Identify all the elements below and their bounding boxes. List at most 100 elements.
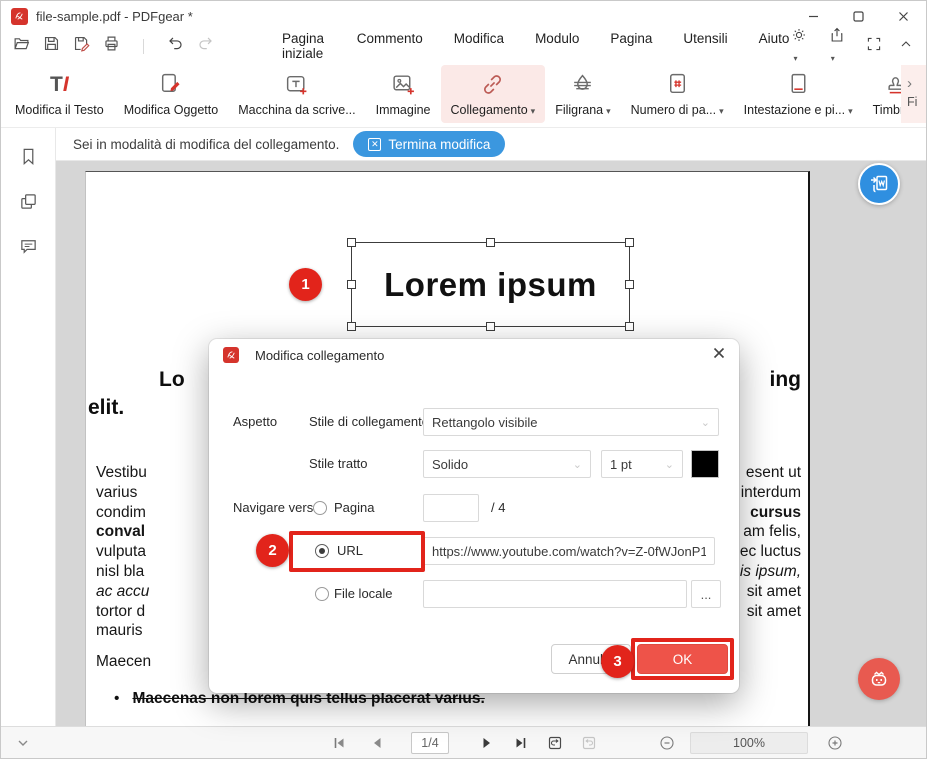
aspect-section-label: Aspetto: [233, 408, 277, 436]
local-file-radio-label[interactable]: File locale: [334, 580, 393, 608]
robot-icon: [866, 666, 892, 692]
bookmarks-icon[interactable]: [19, 147, 38, 171]
left-sidebar: [1, 128, 56, 726]
collapse-ribbon-icon[interactable]: [898, 36, 914, 57]
watermark-icon: [570, 72, 595, 97]
save-icon[interactable]: [43, 35, 60, 57]
next-page-button[interactable]: [479, 727, 495, 759]
undo-icon[interactable]: [167, 35, 184, 57]
comments-icon[interactable]: [19, 237, 38, 261]
doc-text-column-right: esent ut interdum cursus am felis, ec lu…: [740, 463, 801, 621]
chevron-down-icon: ⌄: [665, 458, 674, 471]
step-2-highlight-rect: [289, 531, 425, 572]
edit-link-dialog: Modifica collegamento Aspetto Stile di c…: [209, 339, 739, 693]
mode-info-bar: Sei in modalità di modifica del collegam…: [56, 128, 926, 161]
pdfgear-window: file-sample.pdf - PDFgear *: [0, 0, 927, 759]
pdfgear-logo-icon: [11, 8, 28, 25]
selection-handle[interactable]: [347, 322, 356, 331]
typewriter-icon: [284, 72, 309, 97]
link-style-select[interactable]: Rettangolo visibile ⌄: [423, 408, 719, 436]
redo-icon[interactable]: [197, 35, 214, 57]
chevron-down-icon: ⌄: [701, 416, 710, 429]
close-box-icon: ✕: [368, 138, 381, 151]
ribbon-more-button[interactable]: › Fi: [901, 65, 926, 123]
chevron-down-icon: ⌄: [573, 458, 582, 471]
doc-text-fragment: Maecen: [96, 653, 151, 671]
dialog-close-icon[interactable]: [713, 346, 725, 364]
theme-sun-icon[interactable]: ▾: [791, 27, 812, 66]
dialog-header: Modifica collegamento: [209, 339, 739, 371]
previous-view-button[interactable]: [547, 727, 563, 759]
selection-handle[interactable]: [486, 322, 495, 331]
caret-down-icon: ▾: [719, 106, 724, 116]
menu-bar: Pagina iniziale Commento Modifica Modulo…: [1, 31, 926, 61]
caret-down-icon: ▾: [606, 106, 611, 116]
stroke-width-select[interactable]: 1 pt ⌄: [601, 450, 683, 478]
window-title: file-sample.pdf - PDFgear *: [36, 9, 193, 24]
toolbar-separator: [143, 39, 144, 54]
link-style-label: Stile di collegamento: [309, 408, 429, 436]
selection-handle[interactable]: [625, 322, 634, 331]
ribbon-toolbar: TI Modifica il Testo Modifica Oggetto Ma…: [1, 61, 926, 128]
word-convert-icon: [867, 172, 891, 196]
selection-handle[interactable]: [347, 280, 356, 289]
pdfgear-logo-icon: [223, 347, 239, 363]
page-total-label: / 4: [491, 494, 505, 522]
caret-down-icon: ▾: [848, 106, 853, 116]
selection-handle[interactable]: [486, 238, 495, 247]
previous-page-button[interactable]: [369, 727, 385, 759]
zoom-out-button[interactable]: [659, 727, 675, 759]
header-footer-icon: [786, 72, 811, 97]
tool-edit-object[interactable]: Modifica Oggetto: [114, 65, 229, 123]
local-file-input[interactable]: [423, 580, 687, 608]
zoom-level-input[interactable]: [690, 732, 808, 754]
step-3-badge: 3: [601, 645, 634, 678]
tool-header-footer[interactable]: Intestazione e pi...▾: [734, 65, 863, 123]
navigate-to-label: Navigare verso: [233, 494, 320, 522]
local-file-radio[interactable]: [315, 587, 329, 601]
selection-handle[interactable]: [625, 238, 634, 247]
page-number-icon: [665, 72, 690, 97]
url-input[interactable]: [423, 537, 715, 565]
finish-editing-button[interactable]: ✕ Termina modifica: [353, 131, 505, 157]
page-indicator-input[interactable]: [411, 732, 449, 754]
page-radio-label[interactable]: Pagina: [334, 494, 374, 522]
first-page-button[interactable]: [331, 727, 347, 759]
dialog-title: Modifica collegamento: [255, 348, 384, 363]
lorem-ipsum-heading: Lorem ipsum: [384, 266, 597, 304]
selection-handle[interactable]: [625, 280, 634, 289]
doc-text-fragment: ing: [770, 368, 802, 392]
tool-image[interactable]: Immagine: [366, 65, 441, 123]
browse-file-button[interactable]: ...: [691, 580, 721, 608]
tool-page-number[interactable]: Numero di pa...▾: [621, 65, 734, 123]
step-2-badge: 2: [256, 534, 289, 567]
fullscreen-icon[interactable]: [866, 36, 882, 57]
ribbon-clipped-item: Fi: [907, 95, 917, 109]
link-selection-box[interactable]: Lorem ipsum: [351, 242, 630, 327]
last-page-button[interactable]: [513, 727, 529, 759]
stroke-color-swatch[interactable]: [691, 450, 719, 478]
tool-edit-text[interactable]: TI Modifica il Testo: [5, 65, 114, 123]
step-1-badge: 1: [289, 268, 322, 301]
link-icon: [480, 72, 505, 97]
tool-watermark[interactable]: Filigrana▾: [545, 65, 620, 123]
zoom-in-button[interactable]: [827, 727, 843, 759]
collapse-sidebar-icon[interactable]: [15, 727, 31, 759]
print-icon[interactable]: [103, 35, 120, 57]
tool-typewriter[interactable]: Macchina da scrive...: [228, 65, 365, 123]
tool-link[interactable]: Collegamento▾: [441, 65, 546, 123]
stroke-style-select[interactable]: Solido ⌄: [423, 450, 591, 478]
convert-to-word-button[interactable]: [858, 163, 900, 205]
open-file-icon[interactable]: [13, 35, 30, 57]
save-as-icon[interactable]: [73, 35, 90, 57]
page-thumbnails-icon[interactable]: [19, 192, 38, 216]
mode-message: Sei in modalità di modifica del collegam…: [73, 137, 339, 152]
page-radio[interactable]: [313, 501, 327, 515]
page-number-input[interactable]: [423, 494, 479, 522]
share-export-icon[interactable]: ▾: [829, 27, 850, 66]
ai-assistant-button[interactable]: [858, 658, 900, 700]
next-view-button[interactable]: [581, 727, 597, 759]
selection-handle[interactable]: [347, 238, 356, 247]
image-icon: [391, 72, 416, 97]
stroke-style-label: Stile tratto: [309, 450, 368, 478]
